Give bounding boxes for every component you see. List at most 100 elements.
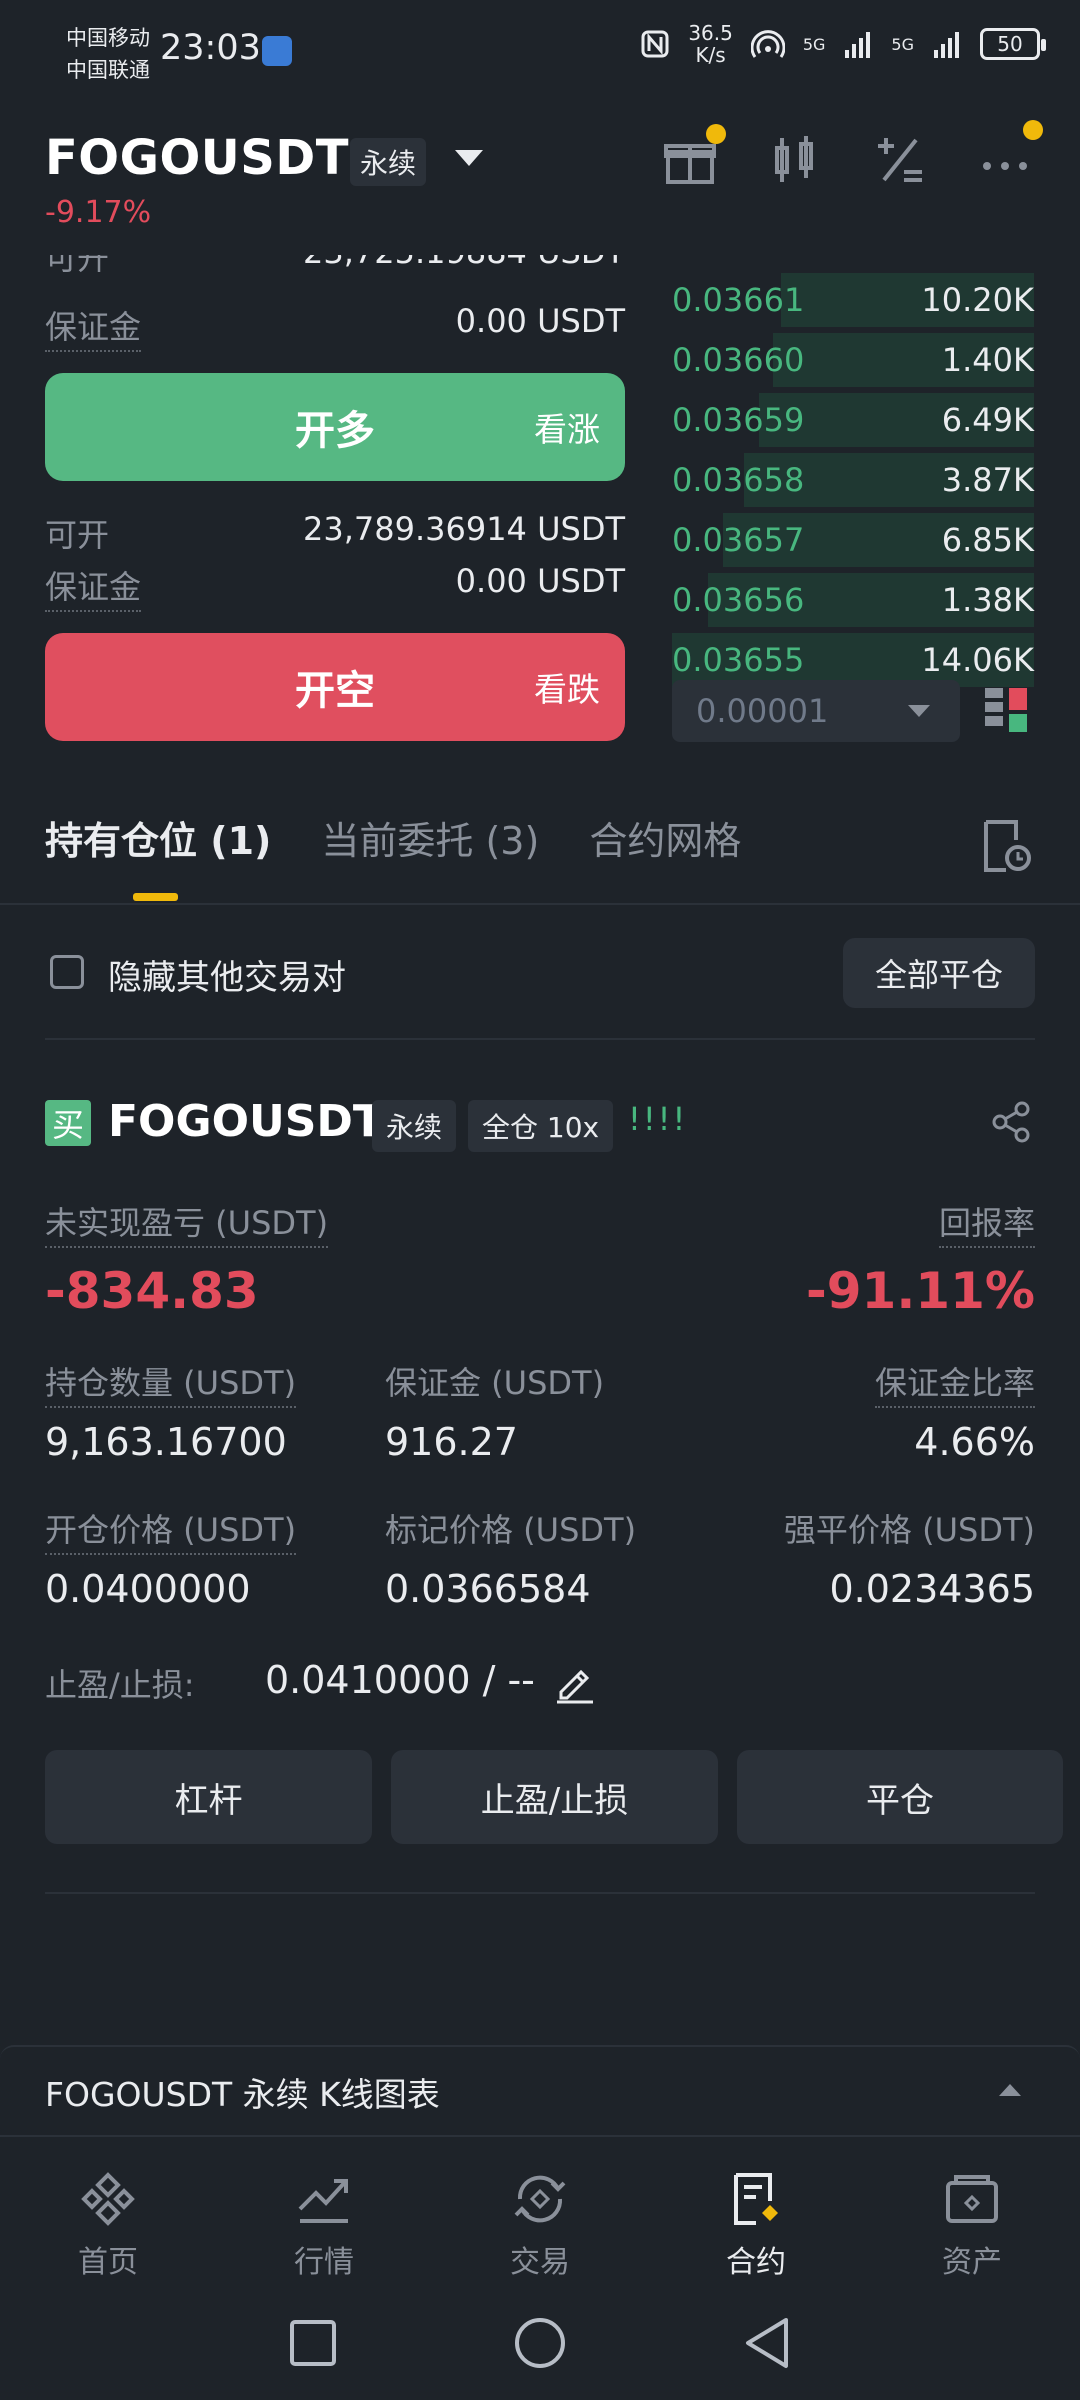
order-book-row[interactable]: 0.03656 1.38K [672,570,1034,630]
order-book-layout-icon[interactable] [985,688,1027,734]
bid-price: 0.03661 [672,281,805,319]
tpsl-button[interactable]: 止盈/止损 [391,1750,718,1844]
long-margin-row: 保证金 0.00 USDT [45,302,625,352]
calculator-icon[interactable] [870,130,930,190]
gift-icon[interactable] [660,124,726,190]
roe-value: -91.11% [805,1262,1035,1320]
leverage-button[interactable]: 杠杆 [45,1750,372,1844]
markets-icon [298,2179,348,2223]
bid-price: 0.03657 [672,521,805,559]
bid-quantity: 6.49K [941,401,1034,439]
roe-label[interactable]: 回报率 [938,1198,1035,1248]
bid-price: 0.03658 [672,461,805,499]
open-long-button[interactable]: 开多 看涨 [45,373,625,481]
order-book-row[interactable]: 0.03658 3.87K [672,450,1034,510]
risk-indicator: !!!! [628,1100,688,1138]
gift-badge-dot [706,124,726,144]
close-all-button[interactable]: 全部平仓 [843,938,1035,1008]
carrier-2: 中国联通 [66,58,150,82]
tab-positions[interactable]: 持有仓位 (1) [45,810,271,865]
long-available-row: 可开 23,725.19884 USDT [45,255,625,297]
more-badge-dot [1023,120,1043,140]
wallet-icon [946,2175,998,2223]
hide-other-pairs-label[interactable]: 隐藏其他交易对 [108,950,346,999]
nav-markets[interactable]: 行情 [216,2137,432,2285]
bid-price: 0.03660 [672,341,805,379]
home-icon [81,2172,135,2226]
margin-ratio-value: 4.66% [914,1420,1035,1464]
hide-other-pairs-checkbox[interactable] [50,955,84,989]
position-contract-type: 永续 [372,1100,457,1152]
carrier-1: 中国移动 [66,26,150,50]
tpsl-label: 止盈/止损: [45,1666,195,1704]
signal-2-icon [934,32,959,58]
bid-quantity: 3.87K [941,461,1034,499]
order-book-row[interactable]: 0.03659 6.49K [672,390,1034,450]
contract-type-tag: 永续 [350,138,427,186]
position-tabs: 持有仓位 (1) 当前委托 (3) 合约网格 [45,810,741,865]
entry-price-label[interactable]: 开仓价格 (USDT) [45,1505,297,1555]
order-book-row[interactable]: 0.03657 6.85K [672,510,1034,570]
buy-side-tag: 买 [45,1100,91,1146]
nav-trade[interactable]: 交易 [432,2137,648,2285]
edit-icon[interactable] [553,1660,597,1708]
candlestick-chart-icon[interactable] [765,130,825,190]
share-icon[interactable] [990,1100,1034,1148]
close-position-button[interactable]: 平仓 [737,1750,1063,1844]
short-margin-label: 保证金 [45,562,142,612]
more-icon[interactable] [975,120,1043,190]
position-size-label[interactable]: 持仓数量 (USDT) [45,1358,297,1408]
short-margin-row: 保证金 0.00 USDT [45,562,625,612]
nav-assets[interactable]: 资产 [864,2137,1080,2285]
position-size-value: 9,163.16700 [45,1420,287,1464]
tab-open-orders[interactable]: 当前委托 (3) [321,810,539,865]
entry-price-value: 0.0400000 [45,1567,251,1611]
long-available-value: 23,725.19884 USDT [303,255,625,297]
tabs-divider [0,903,1080,905]
order-history-icon[interactable] [980,818,1032,878]
pair-title[interactable]: FOGOUSDT [45,130,349,186]
long-available-label: 可开 [45,255,110,277]
unrealized-pnl-value: -834.83 [45,1262,259,1320]
recent-apps-icon[interactable] [288,2318,338,2368]
mark-price-label: 标记价格 (USDT) [385,1511,637,1549]
active-tab-indicator [133,893,178,901]
bid-quantity: 6.85K [941,521,1034,559]
filter-divider [45,1038,1035,1040]
bid-price: 0.03656 [672,581,805,619]
tab-grid[interactable]: 合约网格 [589,810,741,865]
order-book-row[interactable]: 0.03660 1.40K [672,330,1034,390]
home-button-icon[interactable] [513,2316,567,2370]
long-margin-label: 保证金 [45,302,142,352]
carrier-names: 中国移动 中国联通 [66,22,150,86]
bid-quantity: 14.06K [921,641,1034,679]
bid-price: 0.03659 [672,401,805,439]
bottom-nav: 首页 行情 交易 合约 资产 [0,2135,1080,2285]
trade-icon [514,2175,566,2223]
short-available-value: 23,789.36914 USDT [302,510,625,548]
bid-quantity: 1.40K [941,341,1034,379]
bid-quantity: 10.20K [921,281,1034,319]
nav-home[interactable]: 首页 [0,2137,216,2285]
pair-dropdown-caret-icon[interactable] [455,150,483,166]
margin-mode-chip[interactable]: 全仓 10x [468,1100,614,1152]
back-icon[interactable] [742,2316,792,2370]
order-book-row[interactable]: 0.03661 10.20K [672,270,1034,330]
bid-quantity: 1.38K [941,581,1034,619]
signal-1-label: 5G [802,34,826,54]
long-margin-value: 0.00 USDT [455,302,625,340]
position-margin-value: 916.27 [385,1420,518,1464]
nfc-icon [641,30,669,58]
open-short-button[interactable]: 开空 看跌 [45,633,625,741]
nav-futures[interactable]: 合约 [648,2137,864,2285]
card-divider [45,1892,1035,1894]
margin-ratio-label[interactable]: 保证金比率 [874,1358,1035,1408]
notification-app-icon [262,36,292,66]
tick-size-select[interactable]: 0.00001 [672,680,960,742]
unrealized-pnl-label[interactable]: 未实现盈亏 (USDT) [45,1198,329,1248]
price-change-percent: -9.17% [45,195,152,230]
kline-title: FOGOUSDT 永续 K线图表 [45,2075,440,2114]
chevron-up-icon[interactable] [999,2084,1021,2096]
signal-2-label: 5G [891,34,914,54]
liquidation-price-value: 0.0234365 [829,1567,1036,1611]
